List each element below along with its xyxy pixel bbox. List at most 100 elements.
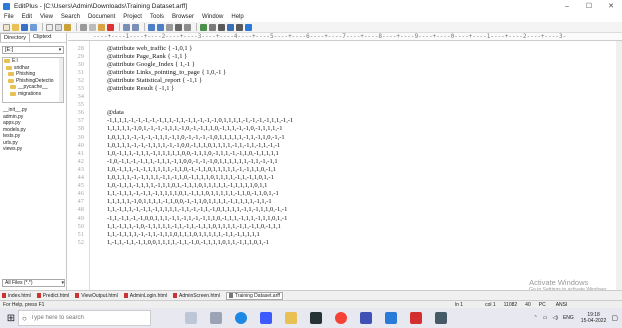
menu-project[interactable]: Project <box>123 14 142 20</box>
ruler-icon[interactable] <box>184 23 191 31</box>
code-line[interactable]: 46 1,1,-1,1,1,-1,-1,1,-1,1,1,1,1,0,1,-1,1… <box>68 190 622 198</box>
menu-window[interactable]: Window <box>202 14 223 20</box>
undo-icon[interactable] <box>123 23 130 31</box>
doc-tab-adminlogin[interactable]: AdminLogin.html <box>123 293 167 299</box>
chevron-up-icon[interactable]: ⌃ <box>534 315 538 321</box>
tab-cliptext[interactable]: Cliptext <box>30 33 54 42</box>
file-explorer-icon[interactable] <box>285 312 297 324</box>
editor-pane[interactable]: ----+----1----+----2----+----3----+----4… <box>68 33 622 293</box>
doc-tab-index[interactable]: index.html <box>2 293 31 299</box>
goto-line-icon[interactable] <box>166 23 173 31</box>
taskbar-search-input[interactable] <box>30 315 141 321</box>
code-line[interactable]: 38 1,1,1,1,1,-1,0,1,-1,-1,-1,1,1,-1,0,-1,… <box>68 125 622 133</box>
code-line[interactable]: 30 @attribute Google_Index { 1,-1 } <box>68 60 622 68</box>
code-line[interactable]: 52 1,-1,1,-1,1,-1,1,0,0,1,1,1,1,-1,1,-1,0… <box>68 238 622 246</box>
menu-search[interactable]: Search <box>61 14 80 20</box>
doc-tab-training-dataset[interactable]: Training Dataset.arff <box>225 291 283 300</box>
code-line[interactable]: 49 -1,1,-1,1,-1,-1,0,0,1,1,1,-1,1,-1,1,-1… <box>68 214 622 222</box>
chrome-icon[interactable] <box>335 312 347 324</box>
windows-start-icon[interactable]: ⊞ <box>4 308 18 328</box>
task-view-icon[interactable] <box>210 312 222 324</box>
menu-document[interactable]: Document <box>88 14 115 20</box>
redo-icon[interactable] <box>132 23 139 31</box>
code-line[interactable]: 35 <box>68 101 622 109</box>
cortana-icon[interactable] <box>185 312 197 324</box>
tree-item[interactable]: migrations <box>3 91 63 98</box>
vertical-scrollbar[interactable] <box>616 41 622 290</box>
terminal-icon[interactable] <box>435 312 447 324</box>
notification-icon[interactable]: ▢ <box>611 314 618 322</box>
code-line[interactable]: 33 @attribute Result { -1,1 } <box>68 84 622 92</box>
paste-icon[interactable] <box>98 23 105 31</box>
code-line[interactable]: 45 1,0,-1,1,1,-1,1,1,1,-1,1,1,0,1,-1,1,1,… <box>68 182 622 190</box>
code-line[interactable]: 37 -1,1,1,1,-1,-1,-1,-1,-1,1,1,-1,1,-1,1,… <box>68 117 622 125</box>
close-window-icon[interactable] <box>236 23 243 31</box>
volume-icon[interactable]: ◁) <box>552 315 558 321</box>
code-line[interactable]: 44 1,0,1,1,1,-1,-1,1,1,1,-1,1,-1,1,0,-1,1… <box>68 174 622 182</box>
code-line[interactable]: 28 @attribute web_traffic { -1,0,1 } <box>68 44 622 52</box>
code-line[interactable]: 32 @attribute Statistical_report { -1,1 } <box>68 76 622 84</box>
close-button[interactable]: ✕ <box>600 0 622 12</box>
word-wrap-icon[interactable] <box>175 23 182 31</box>
menu-browser[interactable]: Browser <box>172 14 194 20</box>
code-line[interactable]: 40 1,0,1,1,1,-1,-1,-1,1,1,1,-1,-1,0,0,-1,… <box>68 141 622 149</box>
clock[interactable]: 19:18 15-04-2022 <box>581 312 607 324</box>
browser-icon[interactable] <box>200 23 207 31</box>
file-filter-select[interactable]: All Files (*.*) ▾ <box>2 279 65 287</box>
doc-tab-viewoutput[interactable]: ViewOutput.html <box>75 293 118 299</box>
vscode-icon[interactable] <box>360 312 372 324</box>
spell-check-icon[interactable] <box>64 23 71 31</box>
editplus-taskbar-icon[interactable] <box>410 312 422 324</box>
edge-icon[interactable] <box>235 312 247 324</box>
split-window-icon[interactable] <box>209 23 216 31</box>
code-line[interactable]: 34 <box>68 93 622 101</box>
code-line[interactable]: 50 1,1,-1,1,1,-1,0,-1,1,1,1,1,-1,1,-1,1,-… <box>68 222 622 230</box>
code-line[interactable]: 42 -1,0,-1,1,-1,-1,1,1,-1,1,1,-1,1,0,0,-1… <box>68 157 622 165</box>
language-indicator[interactable]: ENG <box>563 315 574 321</box>
code-lines[interactable]: 28 @attribute web_traffic { -1,0,1 } 29 @at… <box>68 44 622 246</box>
menu-help[interactable]: Help <box>231 14 243 20</box>
code-line[interactable]: 47 1,1,1,1,1,-1,0,1,1,1,1,-1,1,0,0,-1,-1,… <box>68 198 622 206</box>
mail-icon[interactable] <box>260 312 272 324</box>
store-icon[interactable] <box>310 312 322 324</box>
doc-tab-predict[interactable]: Predict.html <box>36 293 69 299</box>
save-icon[interactable] <box>21 23 28 31</box>
drive-select[interactable]: [E:] ▾ <box>2 46 64 54</box>
copy-icon[interactable] <box>89 23 96 31</box>
help-icon[interactable] <box>245 23 252 31</box>
code-line[interactable]: 36 @data <box>68 109 622 117</box>
print-icon[interactable] <box>46 23 53 31</box>
find-icon[interactable] <box>148 23 155 31</box>
menu-file[interactable]: File <box>4 14 14 20</box>
delete-icon[interactable] <box>107 23 114 31</box>
code-line[interactable]: 31 @attribute Links_pointing_to_page { 1,… <box>68 68 622 76</box>
maximize-button[interactable]: ☐ <box>578 0 600 12</box>
cut-icon[interactable] <box>80 23 87 31</box>
print-preview-icon[interactable] <box>55 23 62 31</box>
doc-tab-adminscreen[interactable]: AdminScreen.html <box>173 293 220 299</box>
minimize-button[interactable]: – <box>556 0 578 12</box>
code-line[interactable]: 51 1,1,-1,1,1,1,-1,-1,1,-1,1,1,0,1,1,1,0,… <box>68 230 622 238</box>
save-all-icon[interactable] <box>30 23 37 31</box>
code-text: 1,0,-1,1,1,-1,-1,1,1,1,1,1,-1,1,0,-1,-1,… <box>107 165 276 173</box>
code-line[interactable]: 41 1,0,-1,1,1,-1,1,1,-1,1,1,1,1,1,0,0,-1,… <box>68 149 622 157</box>
taskbar-search[interactable]: ○ <box>18 310 151 326</box>
menu-tools[interactable]: Tools <box>150 14 164 20</box>
open-folder-icon[interactable] <box>12 23 19 31</box>
code-line[interactable]: 39 1,0,1,1,1,-1,-1,-1,-1,1,1,-1,1,0,-1,-1… <box>68 133 622 141</box>
menu-edit[interactable]: Edit <box>22 14 32 20</box>
fullscreen-icon[interactable] <box>227 23 234 31</box>
tab-directory[interactable]: Directory <box>0 33 31 42</box>
code-line[interactable]: 43 1,0,-1,1,1,-1,-1,1,1,1,1,1,-1,1,0,-1,-… <box>68 165 622 173</box>
new-file-icon[interactable] <box>3 23 10 31</box>
replace-icon[interactable] <box>157 23 164 31</box>
window-controls: – ☐ ✕ <box>556 0 622 12</box>
file-item[interactable]: views.py <box>3 146 64 153</box>
menu-view[interactable]: View <box>40 14 53 20</box>
code-line[interactable]: 48 1,1,-1,1,1,-1,-1,1,-1,1,1,1,1,-1,1,-1,… <box>68 206 622 214</box>
tree-scrollbar[interactable] <box>59 58 63 102</box>
word-icon[interactable] <box>385 312 397 324</box>
code-line[interactable]: 29 @attribute Page_Rank { -1,1 } <box>68 52 622 60</box>
directory-window-icon[interactable] <box>218 23 225 31</box>
network-icon[interactable]: ▭ <box>543 315 548 321</box>
